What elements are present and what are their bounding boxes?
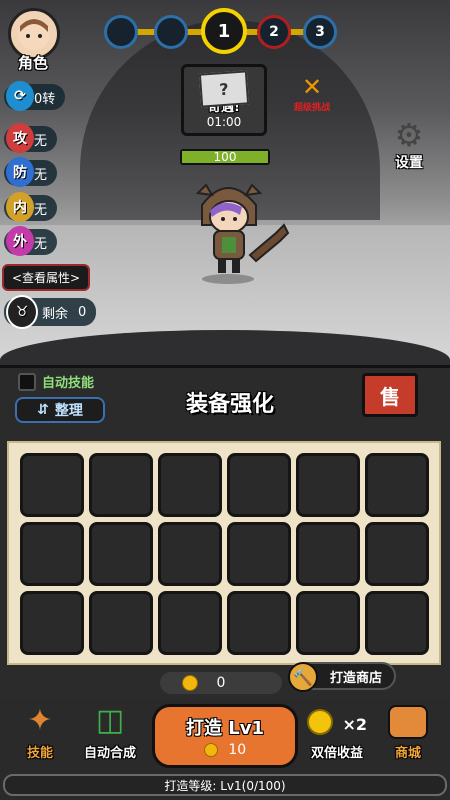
- gold-value: 0: [216, 675, 226, 691]
- panel-title: 装备强化: [185, 392, 274, 417]
- remaining-pill[interactable]: ♉ 剩余 0: [4, 295, 97, 329]
- forge-level-bar: 打造等级: Lv1(0/100): [3, 774, 447, 796]
- inner-badge: 内: [6, 192, 34, 222]
- stat-inner[interactable]: 内 无: [4, 192, 58, 222]
- gold-display: 0: [160, 672, 282, 694]
- auto-merge-label: 自动合成: [83, 746, 136, 761]
- auto-skill-checkbox[interactable]: [18, 372, 36, 391]
- hp-value: 100: [213, 150, 237, 164]
- stat-outer[interactable]: 外 无: [4, 226, 58, 256]
- inventory-slot[interactable]: [365, 591, 429, 655]
- skill-button[interactable]: ✦ 技能: [10, 700, 70, 761]
- inventory-slot[interactable]: [20, 591, 84, 655]
- super-challenge-label: 超级挑战: [293, 103, 330, 113]
- stage-node: 3: [303, 15, 337, 49]
- auto-skill-toggle[interactable]: 自动技能: [18, 372, 94, 391]
- double-income-button[interactable]: ×2 双倍收益: [302, 700, 372, 761]
- inventory-slot[interactable]: [227, 591, 291, 655]
- stat-defense[interactable]: 防 无: [4, 157, 58, 187]
- remaining-label: 剩余: [42, 306, 69, 322]
- double-coin-icon: ×2: [302, 700, 372, 742]
- forge-cost-value: 10: [228, 742, 247, 758]
- inventory-slot[interactable]: [296, 453, 360, 517]
- mall-button[interactable]: 商城: [376, 700, 440, 761]
- stage-node: [154, 15, 188, 49]
- mall-label: 商城: [394, 746, 421, 761]
- gold-ore-icon: [182, 675, 198, 691]
- crossed-swords-icon: ✕: [301, 73, 323, 101]
- settings-button[interactable]: ⚙ 设置: [386, 118, 432, 172]
- stage-node: 2: [257, 15, 291, 49]
- hammer-icon: 🔨: [288, 662, 318, 692]
- inventory-slot[interactable]: [227, 522, 291, 586]
- auto-skill-label: 自动技能: [42, 376, 95, 391]
- remaining-value: 0: [78, 304, 87, 320]
- sort-icon: ⇵: [37, 402, 49, 418]
- outer-value: 无: [34, 236, 48, 252]
- inventory-slot[interactable]: [158, 591, 222, 655]
- inventory-slot[interactable]: [227, 453, 291, 517]
- inventory-slot[interactable]: [89, 591, 153, 655]
- inventory-slot[interactable]: [158, 453, 222, 517]
- encounter-timer: 01:00: [206, 114, 242, 129]
- gold-ore-icon: [203, 743, 218, 757]
- gear-icon: ⚙: [394, 116, 424, 154]
- shop-cat-icon: [376, 700, 440, 742]
- forge-shop-button[interactable]: 🔨 打造商店: [288, 662, 396, 692]
- inventory-slot[interactable]: [20, 522, 84, 586]
- player-character: [180, 175, 300, 285]
- avatar-label: 角色: [18, 54, 49, 72]
- stage-node-current: 1: [201, 8, 247, 54]
- inventory-slot[interactable]: [158, 522, 222, 586]
- forge-level-label: 打造 Lv1: [186, 718, 264, 739]
- bull-skull-icon: ♉: [6, 295, 38, 329]
- inner-value: 无: [34, 202, 48, 218]
- defense-value: 无: [34, 167, 48, 183]
- rebirth-icon: ⟳: [6, 81, 34, 111]
- settings-label: 设置: [395, 155, 423, 171]
- rebirth-value: 0转: [34, 91, 56, 107]
- encounter-icon: ?: [198, 69, 250, 108]
- merge-icon: ◫: [95, 703, 125, 738]
- sort-button[interactable]: ⇵ 整理: [15, 397, 105, 423]
- inventory-slot[interactable]: [365, 453, 429, 517]
- sell-button[interactable]: 售: [362, 373, 418, 417]
- outer-badge: 外: [6, 226, 34, 256]
- inventory-slot[interactable]: [89, 453, 153, 517]
- attack-value: 无: [34, 133, 48, 149]
- inventory-grid: [20, 453, 432, 659]
- stage-node: [104, 15, 138, 49]
- defense-badge: 防: [6, 157, 34, 187]
- forge-button[interactable]: 打造 Lv1 10: [152, 704, 298, 768]
- sort-label: 整理: [54, 403, 83, 419]
- skill-label: 技能: [26, 746, 53, 761]
- auto-merge-button[interactable]: ◫ 自动合成: [74, 700, 146, 761]
- inventory-slot[interactable]: [365, 522, 429, 586]
- encounter-button[interactable]: ? 奇遇! 01:00: [181, 64, 267, 136]
- rebirth-pill[interactable]: ⟳ 0转: [4, 81, 66, 111]
- skill-icon: ✦: [27, 703, 53, 738]
- inventory-slot[interactable]: [296, 522, 360, 586]
- double-income-label: 双倍收益: [310, 746, 363, 761]
- inventory-slot[interactable]: [296, 591, 360, 655]
- x2-label: ×2: [342, 715, 368, 734]
- view-attributes-button[interactable]: <查看属性>: [2, 264, 91, 291]
- forge-cost: 10: [203, 742, 247, 758]
- avatar-icon: [18, 18, 50, 50]
- forge-shop-label: 打造商店: [329, 670, 382, 686]
- inventory-slot[interactable]: [20, 453, 84, 517]
- inventory-slot[interactable]: [89, 522, 153, 586]
- hp-bar: 100: [180, 149, 270, 165]
- attack-badge: 攻: [6, 123, 34, 153]
- stat-attack[interactable]: 攻 无: [4, 123, 58, 153]
- super-challenge-button[interactable]: ✕ 超级挑战: [284, 74, 340, 113]
